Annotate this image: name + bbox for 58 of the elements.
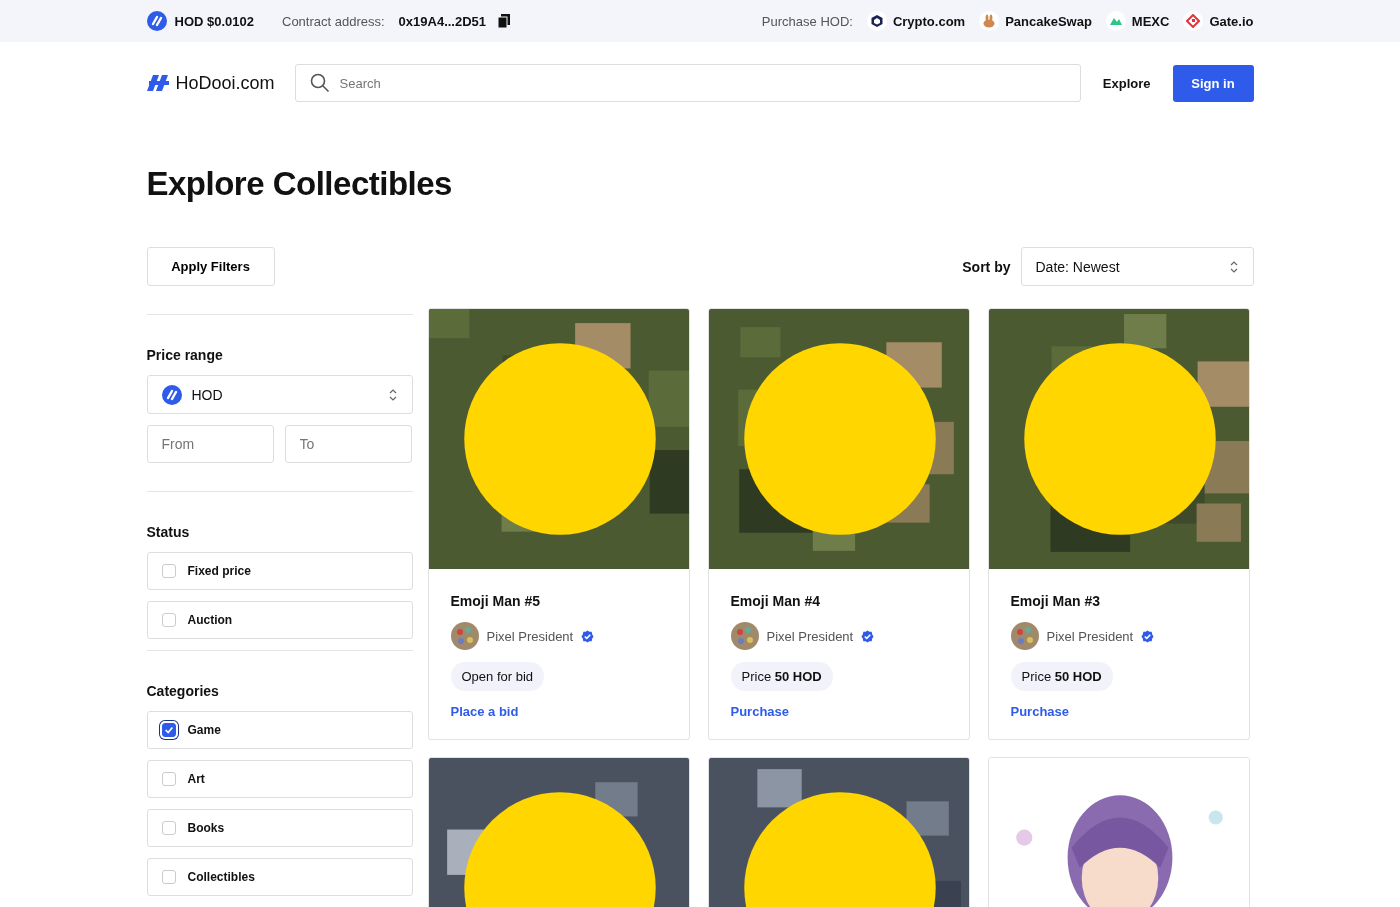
category-option[interactable]: Art [146,760,413,798]
check-icon [163,725,174,735]
status-option[interactable]: Fixed price [146,552,413,590]
creator-name[interactable]: Pixel President [1046,628,1134,644]
contract-label: Contract address: [282,13,385,29]
nft-card[interactable]: Emoji Man #3 Pixel President Price 50 HOD Purchase [987,308,1250,740]
status-badge: Open for bid [450,662,545,691]
creator-name[interactable]: Pixel President [766,628,854,644]
logo-icon [146,73,171,93]
card-title: Emoji Man #5 [450,593,541,609]
from-field[interactable]: From [146,425,274,463]
diamond-logo-icon [1186,14,1201,28]
creator-avatar [730,622,759,650]
apply-filters-button[interactable]: Apply Filters [146,247,275,286]
creator-name[interactable]: Pixel President [486,628,574,644]
status-badge: Price 50 HOD [730,662,833,691]
search-icon [309,73,330,93]
exchange-link[interactable]: PancakeSwap [979,11,1092,31]
site-logo[interactable]: HoDooi.com [175,72,275,94]
bunny-logo-icon [982,14,997,28]
purchase-label: Purchase HOD: [761,13,853,29]
copy-icon[interactable] [498,14,511,28]
to-field[interactable]: To [284,425,412,463]
exchange-link[interactable]: Gate.io [1183,11,1254,31]
section-heading: Categories [146,683,220,699]
token-price: HOD $0.0102 [174,13,254,29]
category-option[interactable]: Collectibles [146,858,413,896]
currency-dropdown[interactable]: HOD [146,375,413,414]
checkbox[interactable] [161,723,176,737]
explore-link[interactable]: Explore [1102,75,1151,91]
token-logo-icon [146,11,167,31]
section-heading: Status [146,524,191,540]
nft-card[interactable]: Emoji Man #4 Pixel President Price 50 HOD Purchase [707,308,970,740]
hexagon-logo-icon [869,14,884,28]
card-action-link[interactable]: Purchase [730,704,947,719]
status-badge: Price 50 HOD [1010,662,1113,691]
card-title: Emoji Man #3 [1010,593,1101,609]
creator-avatar [1010,622,1039,650]
chevron-icon [387,387,398,402]
contract-address: 0x19A4...2D51 [398,13,487,29]
status-option[interactable]: Auction [146,601,413,639]
search-field[interactable]: Search [294,64,1081,102]
exchange-link[interactable]: MEXC [1105,11,1170,31]
category-option[interactable]: Books [146,809,413,847]
sign-in-button[interactable]: Sign in [1172,64,1254,102]
creator-avatar [450,622,479,650]
nft-card[interactable]: Emoji Man #5 Pixel President Open for bid Place a bid [427,308,690,740]
exchange-link[interactable]: Crypto.com [866,11,966,31]
card-action-link[interactable]: Purchase [1010,704,1227,719]
category-option[interactable]: Game [146,711,413,749]
page-title: Explore Collectibles [146,165,453,203]
card-action-link[interactable]: Place a bid [450,704,667,719]
sort-label: Sort by [962,258,1011,275]
chevron-icon [1228,259,1239,274]
section-heading: Price range [146,347,224,363]
sort-dropdown[interactable]: Date: Newest [1020,247,1254,286]
token-logo-icon [161,384,182,405]
card-title: Emoji Man #4 [730,593,821,609]
